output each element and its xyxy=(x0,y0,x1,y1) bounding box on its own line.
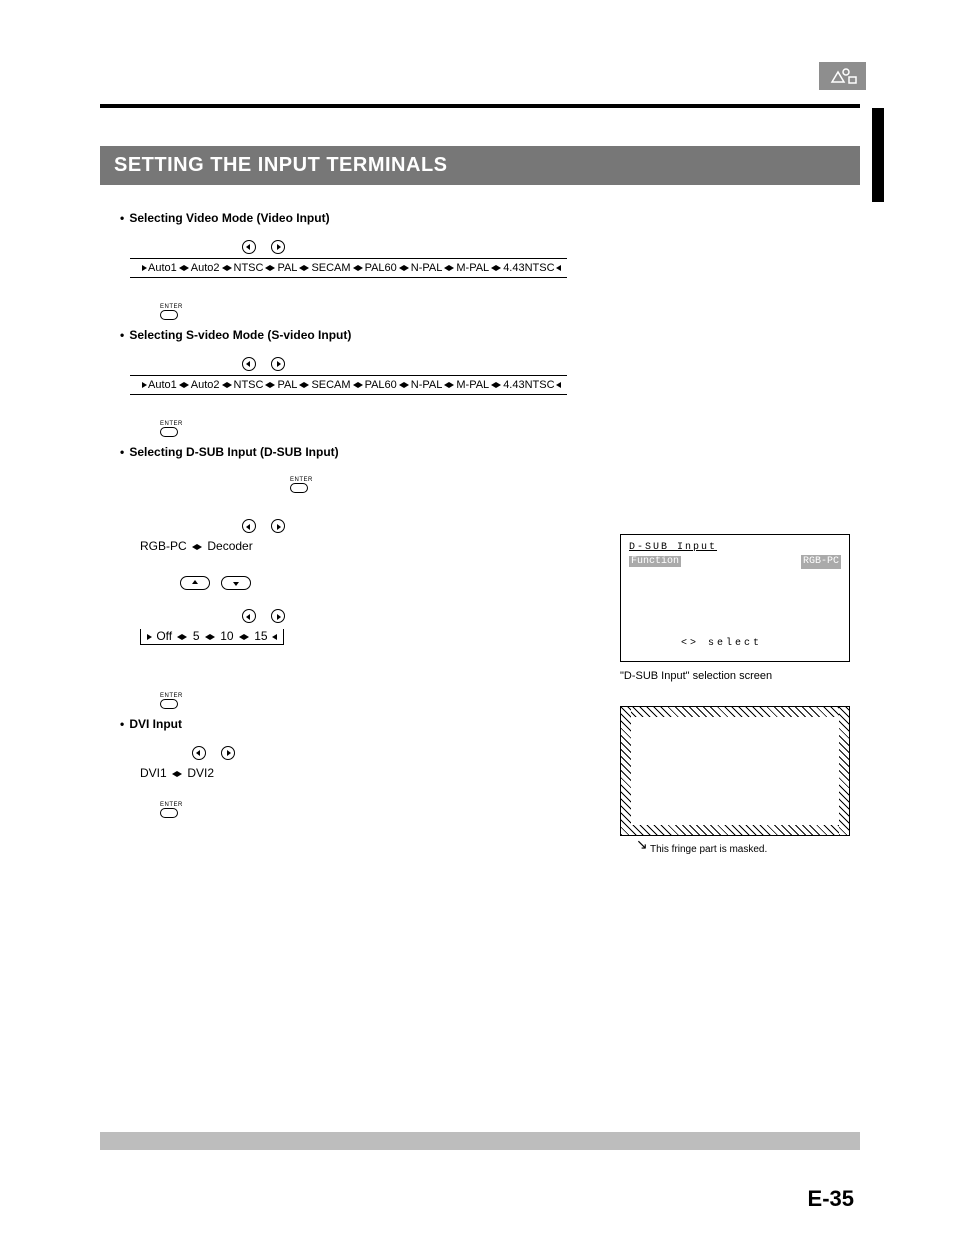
opt: DVI1 xyxy=(140,766,167,780)
opt: 10 xyxy=(220,629,233,643)
osd-select-hint: <> select xyxy=(681,637,762,651)
enter-label: ENTER xyxy=(160,802,180,808)
osd-screen: D-SUB Input Function RGB-PC <> select xyxy=(620,534,850,662)
opt: M-PAL xyxy=(456,262,489,274)
enter-button-icon[interactable]: ENTER xyxy=(290,477,860,493)
left-button-icon[interactable] xyxy=(242,519,256,533)
mask-diagram xyxy=(620,706,850,836)
down-button-icon[interactable] xyxy=(221,576,251,590)
opt: NTSC xyxy=(234,262,264,274)
right-button-icon[interactable] xyxy=(271,519,285,533)
right-button-icon[interactable] xyxy=(271,240,285,254)
opt: 5 xyxy=(193,629,200,643)
opt: Auto2 xyxy=(191,379,220,391)
osd-row-label: Function xyxy=(629,556,681,567)
bullet-svideo-text: Selecting S-video Mode (S-video Input) xyxy=(129,328,351,342)
opt: N-PAL xyxy=(411,262,443,274)
right-button-icon[interactable] xyxy=(271,609,285,623)
opt: PAL60 xyxy=(365,262,397,274)
bullet-svideo: • Selecting S-video Mode (S-video Input) xyxy=(120,328,860,342)
opt: RGB-PC xyxy=(140,539,187,553)
opt: 15 xyxy=(254,629,267,643)
enter-button-icon[interactable]: ENTER xyxy=(160,421,860,437)
left-button-icon[interactable] xyxy=(242,609,256,623)
opt: Auto2 xyxy=(191,262,220,274)
left-button-icon[interactable] xyxy=(192,746,206,760)
header-icon xyxy=(819,62,866,90)
page-number: E-35 xyxy=(808,1186,854,1212)
svideo-mode-cycle: Auto1 Auto2 NTSC PAL SECAM PAL60 N-PAL M-PAL 4.4… xyxy=(130,375,860,395)
opt: SECAM xyxy=(311,379,350,391)
opt: SECAM xyxy=(311,262,350,274)
opt: PAL60 xyxy=(365,379,397,391)
opt: NTSC xyxy=(234,379,264,391)
bullet-video-text: Selecting Video Mode (Video Input) xyxy=(129,211,329,225)
left-right-buttons-svideo xyxy=(236,356,860,371)
osd-title: D-SUB Input xyxy=(629,541,841,555)
up-button-icon[interactable] xyxy=(180,576,210,590)
bullet-dsub-text: Selecting D-SUB Input (D-SUB Input) xyxy=(129,445,338,459)
bullet-dvi-text: DVI Input xyxy=(129,717,182,731)
mask-arrow-icon: ↘ xyxy=(636,836,648,853)
enter-label: ENTER xyxy=(160,693,180,699)
opt: 4.43NTSC xyxy=(503,379,554,391)
opt: Decoder xyxy=(207,539,252,553)
osd-row-value: RGB-PC xyxy=(801,555,841,569)
left-button-icon[interactable] xyxy=(242,240,256,254)
section-title: SETTING THE INPUT TERMINALS xyxy=(100,146,860,185)
left-button-icon[interactable] xyxy=(242,357,256,371)
video-mode-cycle: Auto1 Auto2 NTSC PAL SECAM PAL60 N-PAL M-PAL 4.4… xyxy=(130,258,860,278)
mask-caption: This fringe part is masked. xyxy=(650,844,767,855)
footer-bar xyxy=(100,1132,860,1150)
page-edge-tab xyxy=(872,108,884,202)
opt: Off xyxy=(156,629,172,643)
opt: N-PAL xyxy=(411,379,443,391)
left-right-buttons-video xyxy=(236,239,860,254)
opt: PAL xyxy=(277,262,297,274)
opt: Auto1 xyxy=(148,262,177,274)
bullet-video: • Selecting Video Mode (Video Input) xyxy=(120,211,860,225)
bullet-dsub: • Selecting D-SUB Input (D-SUB Input) xyxy=(120,445,860,459)
opt: M-PAL xyxy=(456,379,489,391)
opt: PAL xyxy=(277,379,297,391)
right-button-icon[interactable] xyxy=(271,357,285,371)
left-right-buttons-dsub xyxy=(236,519,860,534)
enter-label: ENTER xyxy=(290,477,310,483)
opt: 4.43NTSC xyxy=(503,262,554,274)
osd-caption: "D-SUB Input" selection screen xyxy=(620,670,860,682)
enter-label: ENTER xyxy=(160,304,180,310)
enter-label: ENTER xyxy=(160,421,180,427)
opt: DVI2 xyxy=(187,766,214,780)
enter-button-icon[interactable]: ENTER xyxy=(160,304,860,320)
opt: Auto1 xyxy=(148,379,177,391)
right-button-icon[interactable] xyxy=(221,746,235,760)
